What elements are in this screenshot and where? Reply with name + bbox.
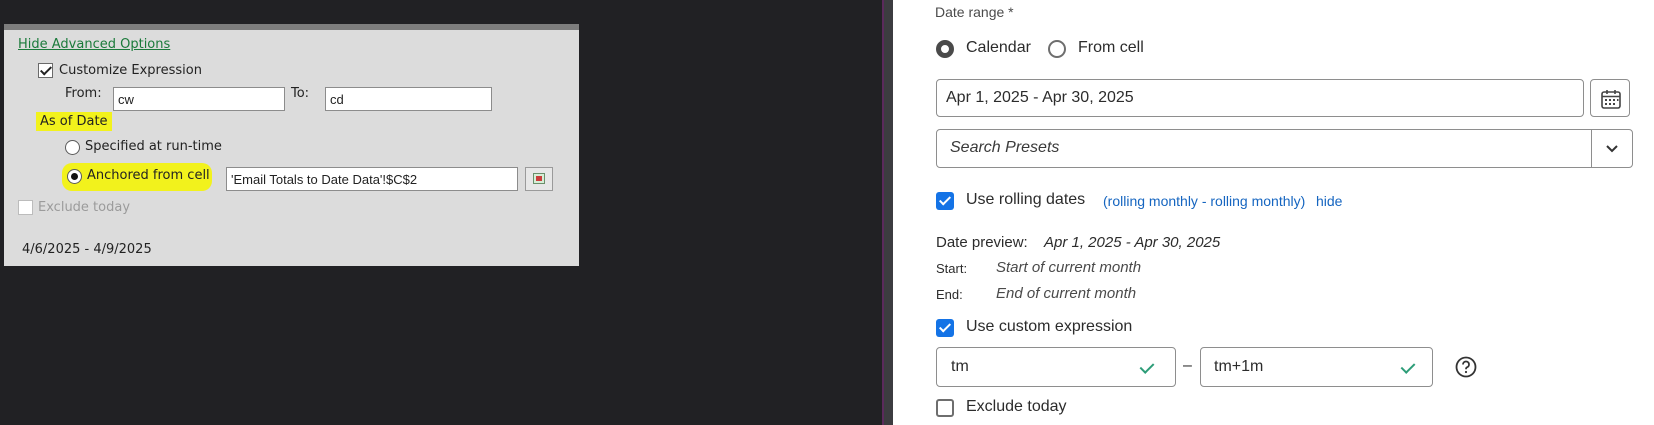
use-rolling-dates-label: Use rolling dates [966, 191, 1086, 208]
end-label: End: [936, 287, 963, 302]
search-presets-placeholder: Search Presets [950, 139, 1060, 156]
hide-rolling-link[interactable]: hide [1316, 193, 1342, 209]
from-expression-input[interactable] [113, 87, 285, 111]
use-custom-expression-label: Use custom expression [966, 318, 1133, 335]
hide-advanced-options-link[interactable]: Hide Advanced Options [18, 37, 170, 52]
customize-expression-label: Customize Expression [59, 63, 202, 78]
specified-at-runtime-radio[interactable] [65, 140, 80, 155]
as-of-date-label: As of Date [36, 112, 112, 131]
date-range-label: Date range * [935, 4, 1014, 20]
valid-check-icon [1400, 359, 1416, 374]
cell-picker-icon [533, 173, 545, 184]
legacy-exclude-today-checkbox[interactable] [18, 200, 33, 215]
anchor-cell-input[interactable] [226, 167, 518, 191]
chevron-down-icon[interactable] [1605, 142, 1619, 156]
exclude-today-checkbox[interactable] [936, 399, 954, 417]
from-cell-radio-label: From cell [1078, 39, 1144, 56]
help-icon[interactable] [1455, 356, 1477, 378]
search-presets-combobox[interactable]: Search Presets [936, 129, 1633, 168]
to-expression-input[interactable] [325, 87, 492, 111]
calendar-radio[interactable] [936, 40, 954, 58]
panel-divider [882, 0, 893, 425]
anchored-from-cell-label: Anchored from cell [87, 168, 210, 183]
use-custom-expression-checkbox[interactable] [936, 319, 954, 337]
customize-expression-checkbox[interactable] [38, 63, 53, 78]
valid-check-icon [1139, 359, 1155, 374]
calendar-radio-label: Calendar [966, 39, 1031, 56]
specified-at-runtime-label: Specified at run-time [85, 139, 222, 154]
date-preview-value: Apr 1, 2025 - Apr 30, 2025 [1044, 234, 1221, 251]
anchored-from-cell-radio[interactable] [67, 169, 82, 184]
from-label: From: [65, 86, 102, 101]
expression-separator: – [1183, 357, 1192, 374]
start-label: Start: [936, 261, 968, 276]
calendar-icon [1601, 90, 1621, 109]
cell-picker-button[interactable] [525, 167, 553, 191]
expression-to-input[interactable]: tm+1m [1200, 347, 1433, 387]
date-range-field[interactable]: Apr 1, 2025 - Apr 30, 2025 [936, 79, 1584, 117]
legacy-exclude-today-label: Exclude today [38, 200, 131, 215]
expression-from-value: tm [951, 358, 969, 375]
legacy-date-options-dialog: Hide Advanced Options Customize Expressi… [4, 24, 579, 266]
date-range-value: Apr 1, 2025 - Apr 30, 2025 [946, 89, 1134, 106]
expression-to-value: tm+1m [1214, 358, 1264, 375]
use-rolling-dates-checkbox[interactable] [936, 192, 954, 210]
start-value: Start of current month [996, 259, 1142, 276]
combobox-separator [1591, 130, 1592, 167]
exclude-today-label: Exclude today [966, 398, 1067, 415]
calendar-button[interactable] [1590, 79, 1630, 117]
to-label: To: [291, 86, 310, 101]
from-cell-radio[interactable] [1048, 40, 1066, 58]
legacy-date-range-display: 4/6/2025 - 4/9/2025 [22, 242, 152, 257]
expression-from-input[interactable]: tm [936, 347, 1176, 387]
date-preview-label: Date preview: [936, 234, 1028, 251]
date-range-panel: Date range * Calendar From cell Apr 1, 2… [893, 0, 1654, 425]
rolling-summary-text: (rolling monthly - rolling monthly) [1103, 193, 1306, 209]
end-value: End of current month [996, 285, 1137, 302]
